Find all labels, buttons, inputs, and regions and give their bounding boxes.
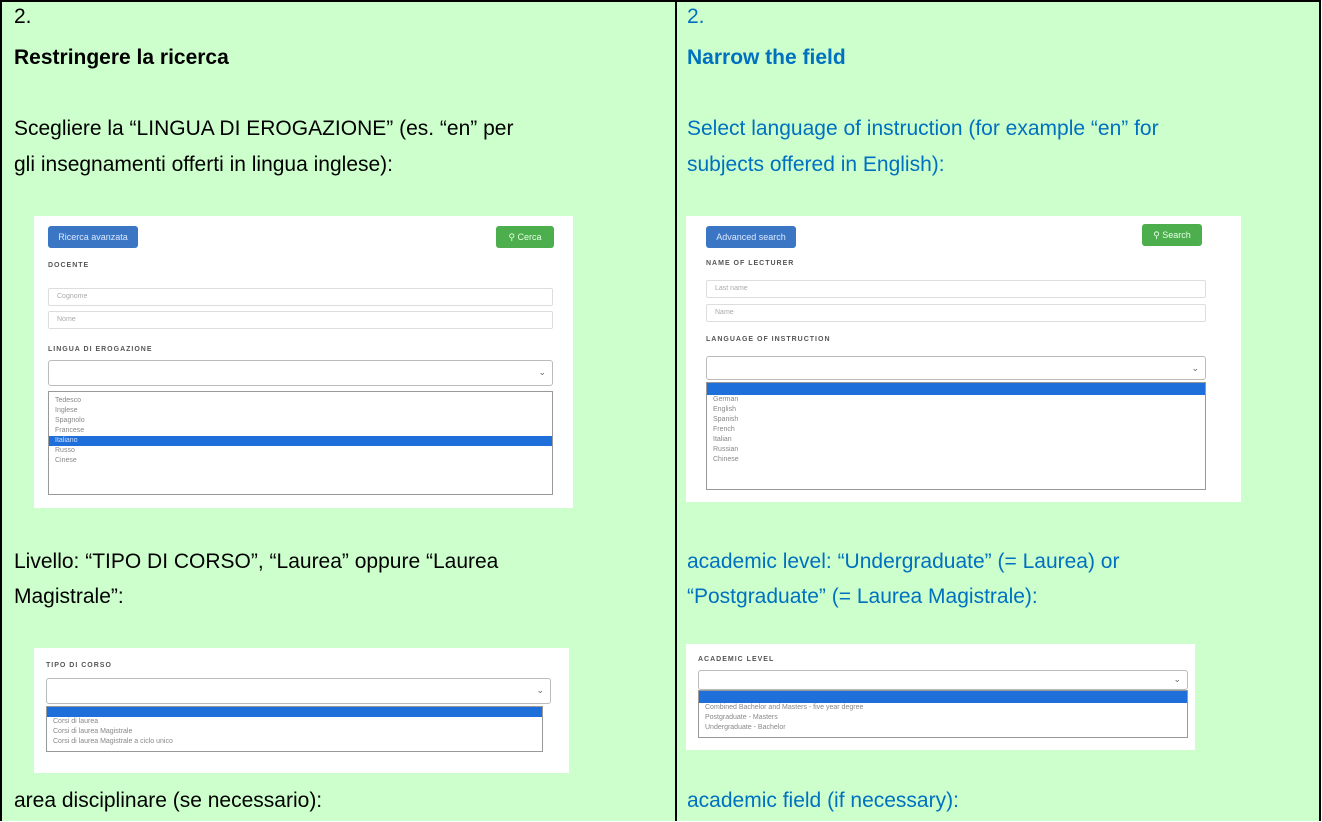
list-item-selected: Italiano	[49, 436, 552, 446]
tipo-corso-label: TIPO DI CORSO	[46, 662, 112, 669]
language-select: ⌄	[706, 356, 1206, 380]
list-item: Chinese	[713, 456, 739, 463]
chevron-down-icon: ⌄	[536, 685, 544, 695]
chevron-down-icon: ⌄	[1191, 363, 1199, 373]
list-item: Corsi di laurea Magistrale	[53, 728, 133, 735]
list-item: German	[713, 396, 739, 403]
list-item: French	[713, 426, 735, 433]
list-item: Combined Bachelor and Masters - five yea…	[705, 704, 864, 711]
instruction-line: academic field (if necessary):	[687, 789, 959, 812]
section-heading: Narrow the field	[687, 46, 846, 69]
list-item: Russo	[55, 447, 75, 454]
instruction-line: subjects offered in English):	[687, 153, 945, 176]
english-column: 2. Narrow the field Select language of i…	[677, 2, 1319, 821]
lastname-field: Last name	[706, 280, 1206, 298]
instruction-line: Scegliere la “LINGUA DI EROGAZIONE” (es.…	[14, 117, 514, 140]
list-item: Postgraduate - Masters	[705, 714, 778, 721]
search-button-label: Search	[1162, 230, 1191, 240]
instruction-line: academic level: “Undergraduate” (= Laure…	[687, 550, 1120, 573]
instruction-line: gli insegnamenti offerti in lingua ingle…	[14, 153, 394, 176]
docente-label: DOCENTE	[48, 262, 90, 269]
course-type-select: ⌄	[46, 678, 551, 704]
list-item: Undergraduate - Bachelor	[705, 724, 786, 731]
list-item: Corsi di laurea	[53, 718, 99, 725]
name-field: Name	[706, 304, 1206, 322]
step-number: 2.	[14, 5, 32, 28]
list-item: Tedesco	[55, 397, 82, 404]
name-field: Nome	[48, 311, 553, 329]
instruction-line: area disciplinare (se necessario):	[14, 789, 323, 812]
list-item: Spanish	[713, 416, 739, 423]
instruction-line: “Postgraduate” (= Laurea Magistrale):	[687, 585, 1038, 608]
section-heading: Restringere la ricerca	[14, 46, 229, 69]
list-item: Italian	[713, 436, 732, 443]
course-type-options-list: Corsi di laurea Corsi di laurea Magistra…	[46, 706, 543, 752]
academic-level-screenshot: ACADEMIC LEVEL ⌄ Combined Bachelor and M…	[686, 644, 1195, 750]
list-item: Corsi di laurea Magistrale a ciclo unico	[53, 738, 173, 745]
academic-level-label: ACADEMIC LEVEL	[698, 656, 775, 663]
language-search-screenshot: Advanced search ⚲ Search NAME OF LECTURE…	[686, 216, 1241, 502]
lingua-label: LINGUA DI EROGAZIONE	[48, 346, 153, 353]
instruction-line: Magistrale”:	[14, 585, 124, 608]
language-options-list: German English Spanish French Italian Ru…	[706, 382, 1206, 490]
academic-level-options-list: Combined Bachelor and Masters - five yea…	[698, 690, 1188, 738]
lecturer-label: NAME OF LECTURER	[706, 260, 795, 267]
step-number: 2.	[687, 5, 705, 28]
search-button: ⚲ Cerca	[496, 226, 554, 248]
language-options-list: Tedesco Inglese Spagnolo Francese Italia…	[48, 391, 553, 495]
list-item: Inglese	[55, 407, 78, 414]
surname-field: Cognome	[48, 288, 553, 306]
course-type-screenshot: TIPO DI CORSO ⌄ Corsi di laurea Corsi di…	[34, 648, 569, 773]
list-item: English	[713, 406, 736, 413]
list-item-selected	[47, 707, 542, 717]
advanced-search-button: Advanced search	[706, 226, 796, 248]
list-item: Spagnolo	[55, 417, 85, 424]
list-item-selected	[699, 691, 1187, 703]
language-label: LANGUAGE OF INSTRUCTION	[706, 336, 831, 343]
two-column-table: 2. Restringere la ricerca Scegliere la “…	[0, 0, 1321, 821]
list-item: Francese	[55, 427, 85, 434]
search-button: ⚲ Search	[1142, 224, 1202, 246]
language-search-screenshot: Ricerca avanzata ⚲ Cerca DOCENTE Cognome…	[34, 216, 573, 508]
list-item: Cinese	[55, 457, 77, 464]
instruction-line: Livello: “TIPO DI CORSO”, “Laurea” oppur…	[14, 550, 499, 573]
language-select: ⌄	[48, 360, 553, 386]
chevron-down-icon: ⌄	[1173, 674, 1181, 684]
search-button-label: Cerca	[517, 232, 542, 242]
advanced-search-button: Ricerca avanzata	[48, 226, 138, 248]
list-item: Russian	[713, 446, 739, 453]
italian-column: 2. Restringere la ricerca Scegliere la “…	[2, 2, 677, 821]
list-item-selected	[707, 383, 1205, 395]
academic-level-select: ⌄	[698, 670, 1188, 690]
instruction-line: Select language of instruction (for exam…	[687, 117, 1159, 140]
chevron-down-icon: ⌄	[538, 367, 546, 377]
